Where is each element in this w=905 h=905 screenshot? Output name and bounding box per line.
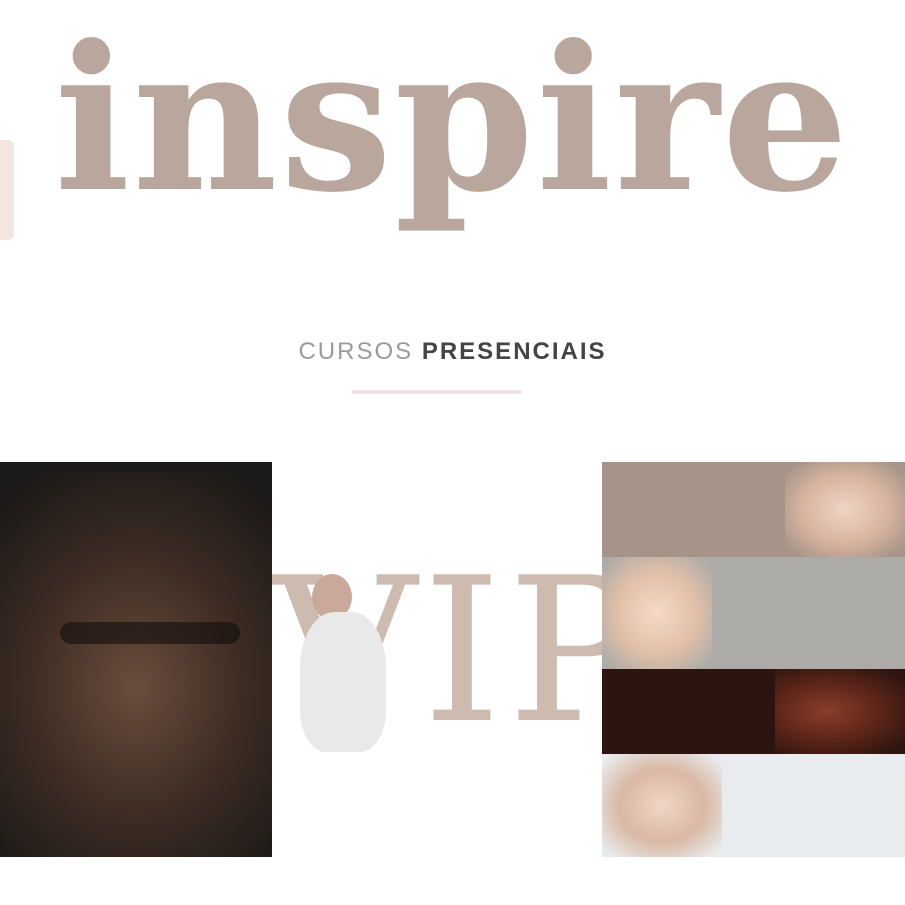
card-2-caption[interactable] [272, 888, 602, 905]
card-3-strip-3 [602, 669, 905, 754]
card-3-strip-4-portrait [602, 754, 722, 857]
card-3-strip-2-portrait [602, 557, 712, 669]
card-3-strip-4 [602, 754, 905, 857]
vip-figure-body [300, 612, 386, 752]
section-heading-bold: PRESENCIAIS [421, 338, 607, 365]
course-card-3[interactable] [602, 462, 905, 857]
section-heading: CURSOS PRESENCIAIS [0, 338, 905, 366]
hero-title: inspire [54, 2, 851, 237]
course-card-vip[interactable]: VIP [272, 462, 602, 857]
card-3-strip-1 [602, 462, 905, 557]
card-1-portrait-eyes [60, 622, 240, 644]
card-1-caption[interactable] [0, 888, 272, 905]
course-card-1[interactable] [0, 462, 272, 857]
card-3-strip-2 [602, 557, 905, 669]
section-heading-light: CURSOS [298, 338, 414, 365]
card-3-strip-3-portrait [775, 669, 905, 754]
heading-underline [352, 390, 522, 394]
card-1-portrait [0, 472, 272, 857]
card-3-caption[interactable] [602, 888, 905, 905]
card-3-strip-1-portrait [785, 462, 905, 557]
